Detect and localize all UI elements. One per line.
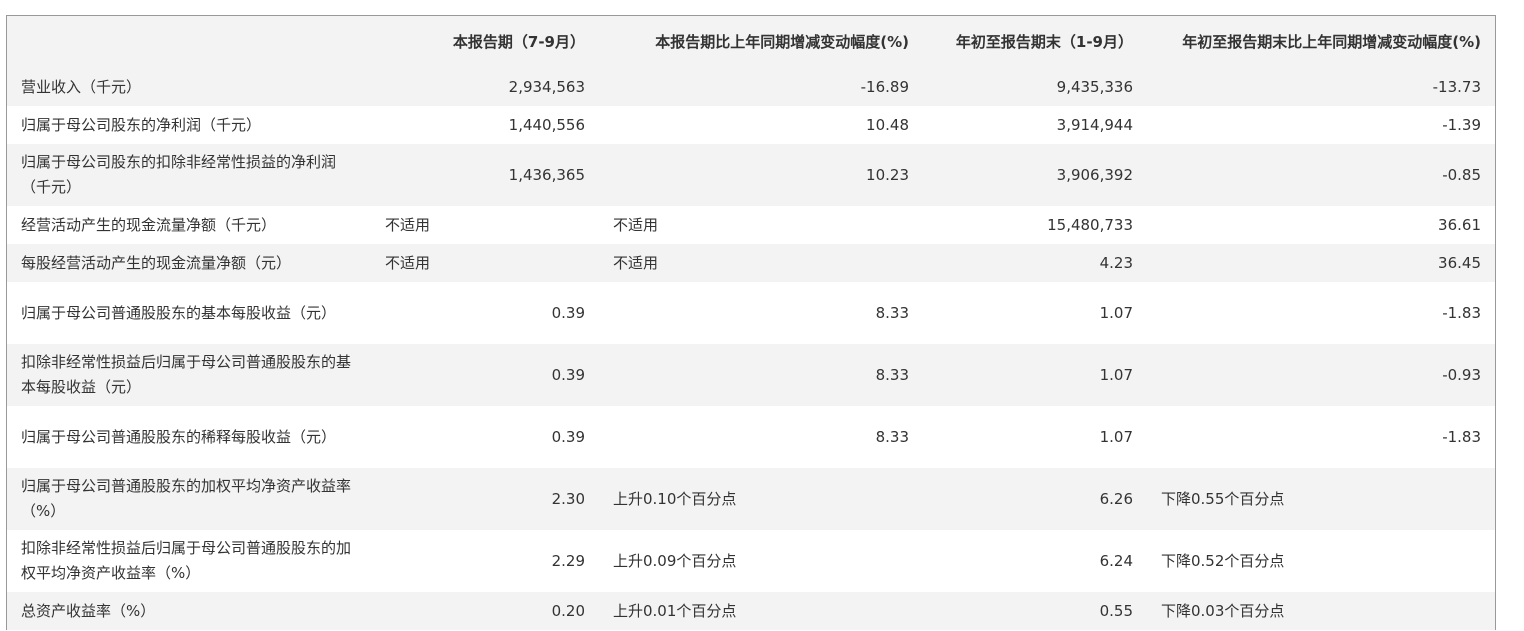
row-label: 归属于母公司股东的净利润（千元） (21, 115, 262, 134)
table-cell: 2,934,563 (508, 77, 585, 96)
table-cell: 2.29 (551, 551, 585, 570)
table-row: 每股经营活动产生的现金流量净额（元） 不适用 不适用 4.23 36.45 (7, 244, 1495, 282)
table-cell: 0.39 (551, 365, 585, 384)
table-header-row: 本报告期（7-9月） 本报告期比上年同期增减变动幅度(%) 年初至报告期末（1-… (7, 16, 1495, 68)
table-cell: 10.48 (866, 115, 909, 134)
table-cell: 上升0.09个百分点 (613, 551, 737, 570)
row-label: 归属于母公司普通股股东的基本每股收益（元） (21, 303, 337, 322)
table-row: 归属于母公司普通股股东的稀释每股收益（元） 0.39 8.33 1.07 -1.83 (7, 406, 1495, 468)
table-cell: -1.39 (1442, 115, 1481, 134)
table-row: 归属于母公司普通股股东的加权平均净资产收益率（%） 2.30 上升0.10个百分点 6… (7, 468, 1495, 530)
table-cell: 0.20 (551, 601, 585, 620)
table-row: 归属于母公司普通股股东的基本每股收益（元） 0.39 8.33 1.07 -1.83 (7, 282, 1495, 344)
table-cell: 1.07 (1099, 427, 1133, 446)
table-cell: 10.23 (866, 165, 909, 184)
table-cell: 8.33 (875, 303, 909, 322)
row-label: 每股经营活动产生的现金流量净额（元） (21, 253, 292, 272)
table-cell: 0.39 (551, 303, 585, 322)
table-row: 总资产收益率（%） 0.20 上升0.01个百分点 0.55 下降0.03个百分点 (7, 592, 1495, 630)
table-cell: 15,480,733 (1047, 215, 1133, 234)
table-row: 归属于母公司股东的扣除非经常性损益的净利润（千元） 1,436,365 10.23 3… (7, 144, 1495, 206)
table-cell: 8.33 (875, 427, 909, 446)
header-current-period: 本报告期（7-9月） (452, 32, 585, 51)
table-cell: 1.07 (1099, 365, 1133, 384)
table-row: 扣除非经常性损益后归属于母公司普通股股东的加权平均净资产收益率（%） 2.29 上升… (7, 530, 1495, 592)
table-cell: -1.83 (1442, 427, 1481, 446)
table-cell: 6.26 (1099, 489, 1133, 508)
table-cell: 8.33 (875, 365, 909, 384)
table-cell: 9,435,336 (1056, 77, 1133, 96)
table-cell: 下降0.52个百分点 (1161, 551, 1285, 570)
table-row: 归属于母公司股东的净利润（千元） 1,440,556 10.48 3,914,944 -… (7, 106, 1495, 144)
table-cell: 4.23 (1099, 253, 1133, 272)
table-cell: 不适用 (385, 253, 431, 272)
row-label: 归属于母公司股东的扣除非经常性损益的净利润（千元） (21, 153, 337, 196)
header-ytd: 年初至报告期末（1-9月） (955, 32, 1133, 51)
row-label: 营业收入（千元） (21, 77, 142, 96)
header-label (7, 16, 371, 68)
table-cell: 不适用 (613, 215, 659, 234)
table-cell: -13.73 (1432, 77, 1481, 96)
table-cell: 下降0.03个百分点 (1161, 601, 1285, 620)
table-cell: 不适用 (613, 253, 659, 272)
table-cell: 3,914,944 (1056, 115, 1133, 134)
table-cell: 1,440,556 (508, 115, 585, 134)
table-cell: 1.07 (1099, 303, 1133, 322)
header-ytd-change: 年初至报告期末比上年同期增减变动幅度(%) (1182, 32, 1481, 51)
table-cell: 36.61 (1438, 215, 1481, 234)
financial-indicators-table: 本报告期（7-9月） 本报告期比上年同期增减变动幅度(%) 年初至报告期末（1-… (7, 16, 1495, 630)
table-row: 经营活动产生的现金流量净额（千元） 不适用 不适用 15,480,733 36.61 (7, 206, 1495, 244)
row-label: 总资产收益率（%） (21, 601, 156, 620)
table-cell: 6.24 (1099, 551, 1133, 570)
row-label: 经营活动产生的现金流量净额（千元） (21, 215, 277, 234)
row-label: 归属于母公司普通股股东的加权平均净资产收益率（%） (21, 477, 352, 520)
table-cell: -0.85 (1442, 165, 1481, 184)
table-cell: 不适用 (385, 215, 431, 234)
table-cell: 下降0.55个百分点 (1161, 489, 1285, 508)
table-cell: -16.89 (860, 77, 909, 96)
table-cell: 0.39 (551, 427, 585, 446)
header-current-change: 本报告期比上年同期增减变动幅度(%) (655, 32, 909, 51)
table-cell: -0.93 (1442, 365, 1481, 384)
row-label: 扣除非经常性损益后归属于母公司普通股股东的基本每股收益（元） (21, 353, 352, 396)
table-cell: 3,906,392 (1056, 165, 1133, 184)
table-row: 营业收入（千元） 2,934,563 -16.89 9,435,336 -13.73 (7, 68, 1495, 106)
row-label: 扣除非经常性损益后归属于母公司普通股股东的加权平均净资产收益率（%） (21, 539, 352, 582)
table-cell: 1,436,365 (508, 165, 585, 184)
row-label: 归属于母公司普通股股东的稀释每股收益（元） (21, 427, 337, 446)
table-cell: 上升0.10个百分点 (613, 489, 737, 508)
financial-table-container: 本报告期（7-9月） 本报告期比上年同期增减变动幅度(%) 年初至报告期末（1-… (6, 15, 1496, 630)
table-cell: 36.45 (1438, 253, 1481, 272)
table-cell: 2.30 (551, 489, 585, 508)
table-row: 扣除非经常性损益后归属于母公司普通股股东的基本每股收益（元） 0.39 8.33 1.… (7, 344, 1495, 406)
table-cell: 上升0.01个百分点 (613, 601, 737, 620)
table-cell: -1.83 (1442, 303, 1481, 322)
table-cell: 0.55 (1099, 601, 1133, 620)
